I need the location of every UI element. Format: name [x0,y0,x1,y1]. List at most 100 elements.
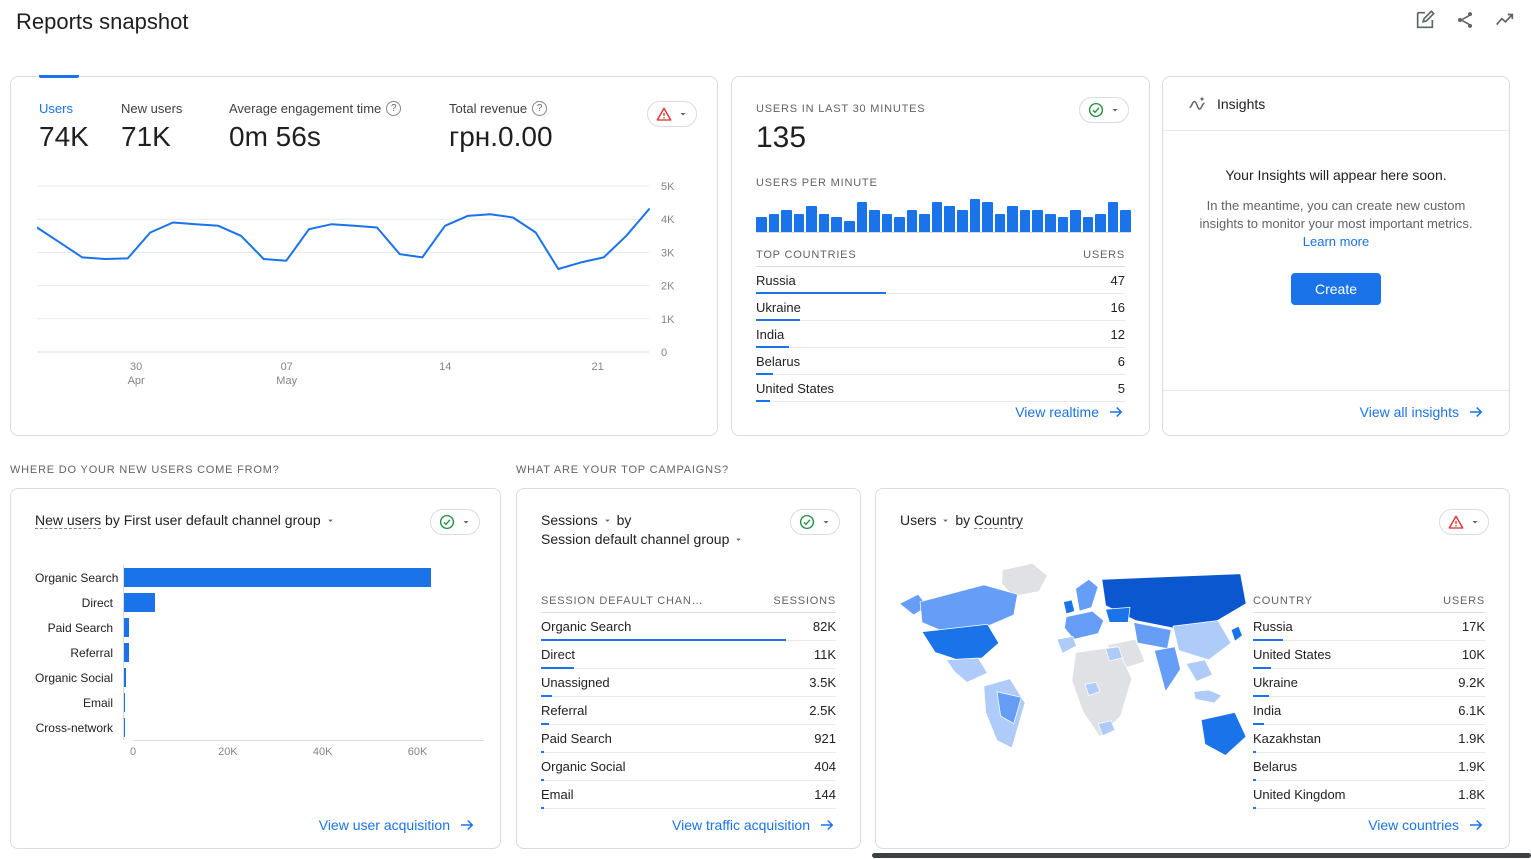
minute-bar [894,217,905,232]
warning-icon [1447,513,1465,531]
bar-row: Cross-network [35,715,484,740]
table-row: Ukraine9.2K [1253,669,1485,697]
metric-value: 74K [39,121,89,153]
help-icon[interactable]: ? [386,101,401,116]
table-row: India6.1K [1253,697,1485,725]
view-countries-link[interactable]: View countries [1368,816,1485,834]
axis-tick: 40K [313,746,333,758]
countries-card: Users by Country [875,488,1510,849]
column-header: USERS [1443,595,1485,607]
link-label: View all insights [1360,404,1459,420]
minute-bar [1058,217,1069,232]
tab-total-revenue[interactable]: Total revenue? грн.0.00 [449,101,553,153]
minute-bar [756,217,767,232]
minute-bar [781,210,792,232]
svg-text:Apr: Apr [128,375,145,387]
row-value: 2.5K [809,703,836,718]
dimension-selector[interactable]: Session default channel group [541,531,744,547]
view-all-insights-link[interactable]: View all insights [1360,403,1485,421]
row-value: 6 [1118,354,1125,369]
row-label: Belarus [1253,759,1297,774]
channel-axis: 020K40K60K [133,740,484,762]
metric-label: New users [121,101,182,116]
dimension-selector[interactable]: First user default channel group [124,512,336,528]
bar-track [123,640,484,665]
bar [124,593,155,612]
minute-bar [907,210,918,232]
data-quality-dropdown[interactable] [790,509,840,535]
users-per-minute-chart [756,195,1131,233]
tab-new-users[interactable]: New users 71K [121,101,182,153]
user-acquisition-card: New users by First user default channel … [10,488,501,849]
bar-row: Email [35,690,484,715]
view-traffic-acquisition-link[interactable]: View traffic acquisition [672,816,836,834]
help-icon[interactable]: ? [532,101,547,116]
svg-text:14: 14 [439,361,451,373]
row-value: 1.8K [1458,787,1485,802]
table-row: Belarus6 [756,348,1125,375]
row-label: Referral [541,703,587,718]
warning-icon [655,105,673,123]
tab-avg-engagement-time[interactable]: Average engagement time? 0m 56s [229,101,401,153]
page-header: Reports snapshot [0,0,1531,48]
column-header: SESSION DEFAULT CHAN… [541,595,703,607]
row-value: 3.5K [809,675,836,690]
insights-icon[interactable] [1493,8,1517,32]
insights-title: Insights [1217,96,1265,112]
check-circle-icon [438,513,456,531]
table-row: Ukraine16 [756,294,1125,321]
metric-selector[interactable]: Sessions [541,512,613,528]
table-row: Belarus1.9K [1253,753,1485,781]
bar-track [123,690,484,715]
customize-report-icon[interactable] [1413,8,1437,32]
minute-bar [857,202,868,232]
column-header: COUNTRY [1253,595,1313,607]
metric-label: Users [39,101,89,116]
bar [124,618,129,637]
svg-text:07: 07 [281,361,293,373]
horizontal-scrollbar[interactable] [872,853,1531,858]
check-circle-icon [798,513,816,531]
row-label: India [756,327,784,342]
dimension-selector[interactable]: Country [974,512,1023,529]
realtime-title: USERS IN LAST 30 MINUTES [756,103,925,115]
minute-bar [1045,214,1056,233]
bar-track [123,590,484,615]
insights-header: Insights [1163,77,1509,131]
data-quality-dropdown[interactable] [1079,97,1129,123]
bar [124,718,125,737]
minute-bar [982,202,993,232]
learn-more-link[interactable]: Learn more [1303,234,1369,249]
row-value: 16 [1111,300,1125,315]
bar-label: Cross-network [35,721,123,735]
minute-bar [1032,210,1043,232]
svg-text:5K: 5K [661,181,675,193]
world-map [892,547,1248,799]
arrow-right-icon [818,816,836,834]
metric-selector[interactable]: New users [35,512,101,529]
metric-label: Total revenue [449,101,527,116]
data-quality-dropdown[interactable] [647,101,697,127]
svg-text:30: 30 [130,361,142,373]
minute-bar [957,210,968,232]
metric-value: 0m 56s [229,121,401,153]
card-title: Users by Country [900,511,1023,530]
view-user-acquisition-link[interactable]: View user acquisition [319,816,476,834]
share-icon[interactable] [1453,8,1477,32]
sessions-table-body: Organic Search82KDirect11KUnassigned3.5K… [541,613,836,809]
metric-value: грн.0.00 [449,121,553,153]
minute-bar [1108,202,1119,232]
minute-bar [944,206,955,232]
data-quality-dropdown[interactable] [430,509,480,535]
table-row: United States5 [756,375,1125,402]
metric-selector[interactable]: Users [900,512,951,528]
data-quality-dropdown[interactable] [1439,509,1489,535]
link-label: View user acquisition [319,817,450,833]
view-realtime-link[interactable]: View realtime [1015,403,1125,421]
table-row: Referral 2.5K [541,697,836,725]
create-insight-button[interactable]: Create [1291,273,1381,305]
tab-users[interactable]: Users 74K [39,101,89,153]
bar-label: Email [35,696,123,710]
minute-bar [1095,214,1106,233]
arrow-right-icon [1107,403,1125,421]
